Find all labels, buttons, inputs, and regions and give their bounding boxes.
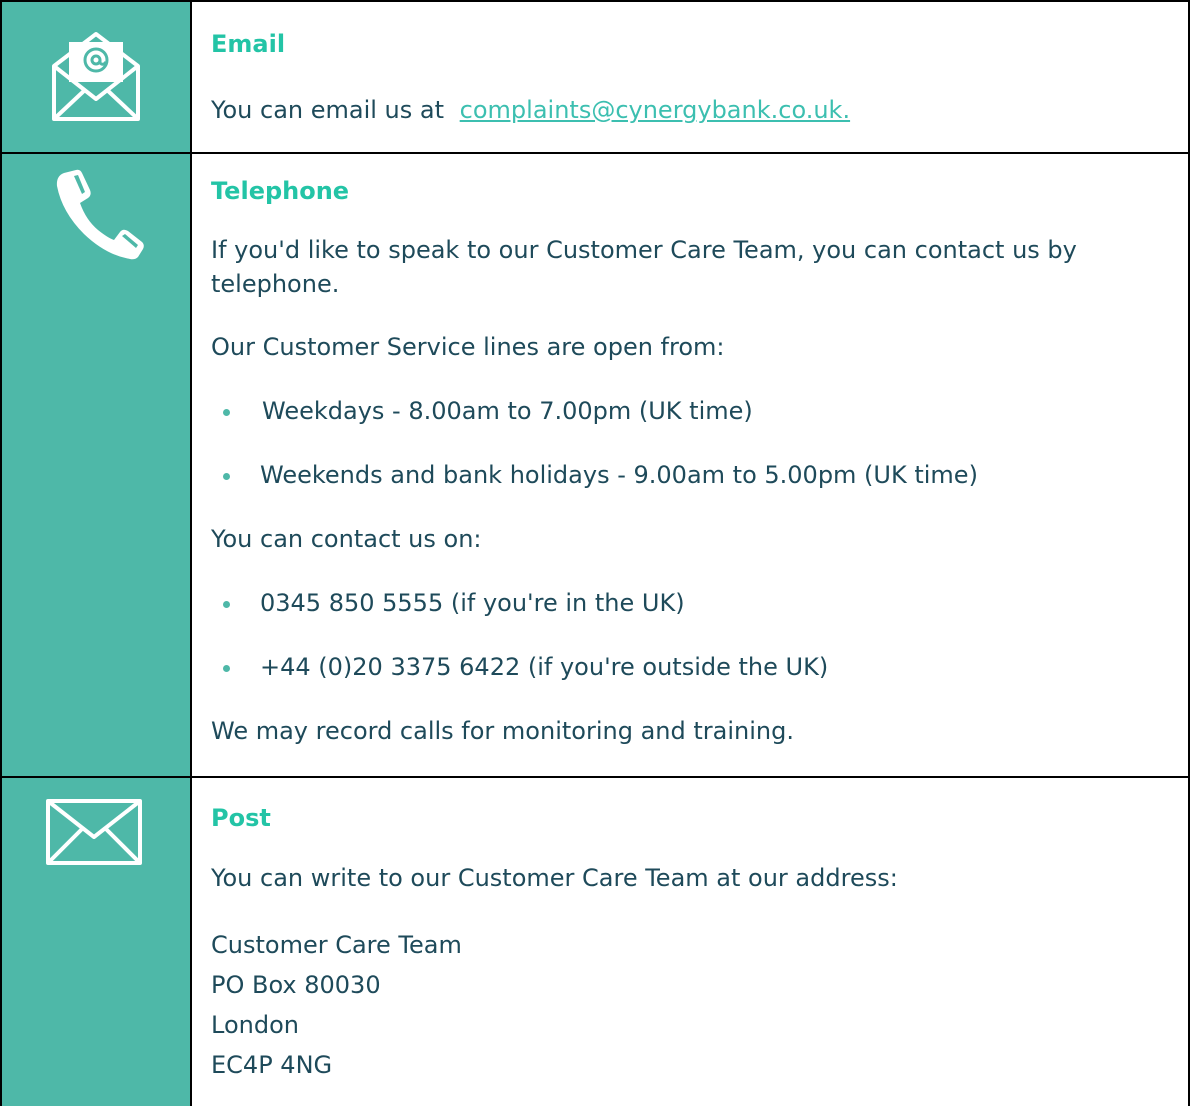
number-item-international: +44 (0)20 3375 6422 (if you're outside t… bbox=[211, 650, 1188, 684]
hours-item-weekends: Weekends and bank holidays - 9.00am to 5… bbox=[211, 458, 1188, 492]
envelope-icon bbox=[46, 799, 142, 865]
email-open-icon bbox=[52, 32, 140, 121]
email-text-prefix: You can email us at bbox=[211, 96, 445, 124]
email-text: You can email us at complaints@cynergyba… bbox=[211, 93, 1188, 127]
hours-item-weekdays: Weekdays - 8.00am to 7.00pm (UK time) bbox=[211, 394, 1188, 428]
telephone-intro: If you'd like to speak to our Customer C… bbox=[211, 236, 1077, 298]
post-intro: You can write to our Customer Care Team … bbox=[211, 864, 898, 892]
address-line: PO Box 80030 bbox=[211, 971, 381, 999]
hours-list: Weekdays - 8.00am to 7.00pm (UK time) We… bbox=[211, 394, 1188, 492]
post-heading: Post bbox=[211, 804, 271, 832]
address-line: EC4P 4NG bbox=[211, 1051, 333, 1079]
email-icon-cell bbox=[2, 2, 192, 152]
telephone-row: Telephone If you'd like to speak to our … bbox=[2, 154, 1188, 778]
contact-methods-table: Email You can email us at complaints@cyn… bbox=[0, 0, 1190, 1106]
post-icon-cell bbox=[2, 778, 192, 1106]
recording-note: We may record calls for monitoring and t… bbox=[211, 717, 794, 745]
telephone-heading: Telephone bbox=[211, 177, 350, 205]
number-item-uk: 0345 850 5555 (if you're in the UK) bbox=[211, 586, 1188, 620]
postal-address: Customer Care Team PO Box 80030 London E… bbox=[211, 925, 1188, 1085]
telephone-icon-cell bbox=[2, 154, 192, 776]
numbers-list: 0345 850 5555 (if you're in the UK) +44 … bbox=[211, 586, 1188, 684]
telephone-icon bbox=[56, 169, 144, 260]
hours-intro: Our Customer Service lines are open from… bbox=[211, 333, 725, 361]
numbers-intro: You can contact us on: bbox=[211, 525, 482, 553]
post-row: Post You can write to our Customer Care … bbox=[2, 778, 1188, 1106]
email-row: Email You can email us at complaints@cyn… bbox=[2, 2, 1188, 154]
email-heading: Email bbox=[211, 30, 286, 58]
address-line: Customer Care Team bbox=[211, 931, 462, 959]
email-link[interactable]: complaints@cynergybank.co.uk. bbox=[460, 96, 850, 124]
address-line: London bbox=[211, 1011, 299, 1039]
